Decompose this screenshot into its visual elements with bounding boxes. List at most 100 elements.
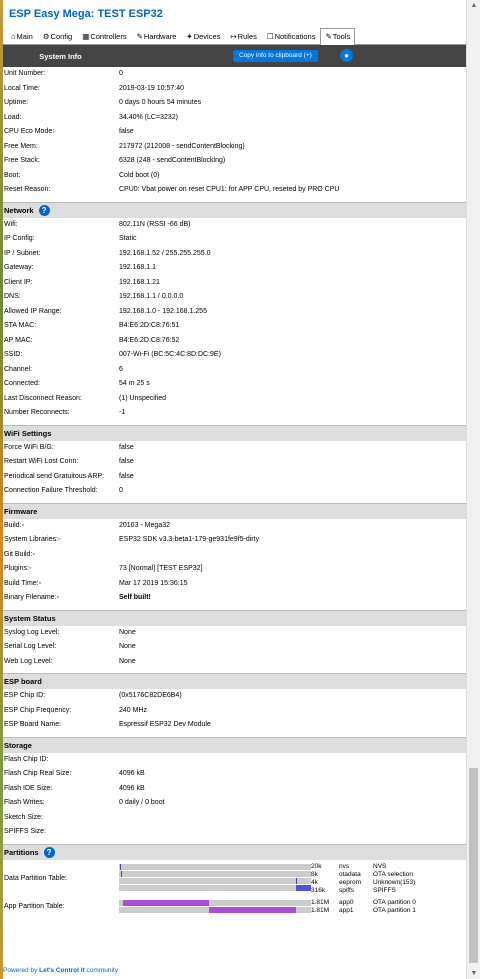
info-value	[119, 811, 466, 826]
tools-tab-icon: ✎	[325, 32, 332, 41]
info-row: Local Time: 2019-03-19 10:57:40	[3, 82, 466, 97]
info-key: Restart WiFi Lost Conn:	[4, 458, 79, 465]
info-value: B4:E6:2D:C8:76:51	[119, 322, 180, 329]
tab-controllers[interactable]: ▦Controllers	[77, 28, 131, 44]
tab-devices[interactable]: ✦Devices	[181, 28, 225, 44]
footer-brand-link[interactable]: Let's Control It	[39, 967, 85, 974]
info-row: Free Stack: 6328 (248 - sendContentBlocki…	[3, 154, 466, 169]
network-table: Wifi: 802.11N (RSSI -66 dB) IP Config: Stat…	[3, 218, 466, 421]
footer-prefix: Powered by	[3, 967, 40, 974]
tab-tools[interactable]: ✎Tools	[320, 28, 356, 45]
info-value: 192.168.1.52 / 255.255.255.0	[119, 249, 211, 257]
section-storage: Storage	[3, 736, 466, 753]
tab-bar: ⌂Main ⚙Config ▦Controllers ✎Hardware ✦Device…	[3, 28, 466, 45]
info-row: SPIFFS Size:	[3, 825, 466, 840]
partition-size: 20k	[311, 862, 322, 870]
info-value: None	[119, 643, 136, 650]
partition-size: 1.81M	[311, 898, 330, 906]
help-icon[interactable]: ?	[38, 204, 50, 216]
info-row: Number Reconnects: -1	[3, 406, 466, 421]
info-row: Channel: 6	[3, 363, 466, 378]
system-info-table: Unit Number: 0 Local Time: 2019-03-19 10:57…	[3, 67, 466, 198]
section-system-status: System Status	[3, 609, 466, 626]
partition-bar	[119, 877, 311, 884]
app-partition-bars	[119, 899, 311, 915]
status-table: Syslog Log Level: None Serial Log Level: No…	[3, 626, 466, 670]
info-value: 54 m 25 s	[119, 380, 150, 387]
partition-info-line: 316k spiffs SPIFFS	[311, 887, 443, 895]
scrollbar-thumb[interactable]	[469, 768, 478, 963]
copy-clipboard-button[interactable]: Copy info to clipboard (+)	[233, 50, 318, 62]
info-key: Flash Chip ID:	[4, 755, 49, 763]
github-icon[interactable]: ●	[340, 49, 353, 62]
info-key: Last Disconnect Reason:	[4, 394, 82, 402]
tab-notifications[interactable]: ☐Notifications	[262, 28, 321, 44]
info-row: Serial Log Level: None	[3, 640, 466, 655]
vertical-scrollbar[interactable]: ▲ ▼	[466, 0, 480, 979]
info-value: Espressif ESP32 Dev Module	[119, 721, 211, 728]
help-icon[interactable]: ?	[43, 846, 55, 858]
tab-hardware[interactable]: ✎Hardware	[132, 28, 182, 44]
partition-bar	[119, 906, 311, 913]
info-row: Unit Number: 0	[3, 67, 466, 82]
partition-size: 1.81M	[311, 906, 330, 914]
scroll-up-arrow-icon[interactable]: ▲	[467, 0, 480, 12]
section-wifi-settings: WiFi Settings	[3, 424, 466, 441]
info-value: None	[119, 628, 136, 636]
info-value	[119, 825, 466, 840]
info-row: Build Time:◦ Mar 17 2019 15:36:15	[3, 577, 466, 592]
partition-name: app0	[339, 898, 354, 906]
info-row: Uptime: 0 days 0 hours 54 minutes	[3, 96, 466, 111]
info-key: Client IP:	[4, 278, 33, 286]
tab-rules[interactable]: ↦Rules	[225, 28, 261, 44]
partition-type: OTA partition 0	[373, 898, 416, 906]
notifications-tab-icon: ☐	[266, 32, 274, 41]
info-row: Syslog Log Level: None	[3, 626, 466, 641]
info-key: Wifi:	[4, 220, 18, 228]
info-key: Serial Log Level:	[4, 643, 57, 650]
tab-config[interactable]: ⚙Config	[38, 28, 77, 44]
info-row: Client IP: 192.168.1.21	[3, 276, 466, 291]
info-row: Binary Filename:◦ Self built!	[3, 591, 466, 606]
section-title: Network	[4, 205, 34, 215]
info-row: AP MAC: B4:E6:2D:C8:76:52	[3, 334, 466, 349]
partition-name: nvs	[339, 862, 350, 870]
info-key: SPIFFS Size:	[4, 828, 47, 835]
info-row: Boot: Cold boot (0)	[3, 169, 466, 184]
partition-type: OTA partition 1	[373, 906, 416, 914]
info-row: CPU Eco Mode: false	[3, 125, 466, 140]
info-key: Binary Filename:◦	[4, 594, 60, 601]
info-row: Load: 34.40% (LC=3232)	[3, 111, 466, 126]
info-value: CPU0: Vbat power on reset CPU1: for APP …	[119, 186, 340, 193]
info-value: 192.168.1.1 / 0.0.0.0	[119, 293, 184, 300]
partition-info-line: 4k eeprom Unknown(153)	[311, 879, 443, 887]
section-title: System Status	[4, 613, 56, 623]
info-key: Build Time:◦	[4, 579, 42, 587]
scroll-down-arrow-icon[interactable]: ▼	[467, 970, 480, 977]
footer: Powered by Let's Control It community	[3, 967, 118, 974]
partition-type: OTA selection	[373, 870, 413, 878]
tab-label: Notifications	[274, 32, 316, 41]
tab-label: Rules	[237, 32, 257, 41]
info-value: Cold boot (0)	[119, 171, 160, 179]
partition-size: 8k	[311, 870, 318, 878]
data-partition-row: Data Partition Table: 20k nvs NVS 8k otadata…	[3, 863, 466, 895]
info-row: Plugins:◦ 73 [Normal] [TEST ESP32]	[3, 562, 466, 577]
app-partition-row: App Partition Table: 1.81M app0 OTA partit…	[3, 899, 466, 915]
info-row: DNS: 192.168.1.1 / 0.0.0.0	[3, 290, 466, 305]
tab-main[interactable]: ⌂Main	[6, 28, 38, 44]
partition-type: Unknown(153)	[373, 878, 416, 886]
partition-bar	[119, 870, 311, 877]
info-value: false	[119, 128, 134, 135]
footer-suffix: community	[84, 967, 118, 974]
app-partition-label: App Partition Table:	[4, 903, 65, 910]
info-row: SSID: 007-Wi-Fi (BC:5C:4C:8D:DC:9E)	[3, 348, 466, 363]
info-row: Flash Writes: 0 daily / 0 boot	[3, 796, 466, 811]
section-partitions: Partitions ?	[3, 843, 466, 860]
partition-name: eeprom	[339, 878, 362, 886]
info-row: IP Config: Static	[3, 232, 466, 247]
info-key: System Libraries:◦	[4, 536, 61, 543]
info-key: ESP Chip Frequency:	[4, 706, 72, 714]
partition-type: SPIFFS	[373, 886, 396, 894]
info-value: Static	[119, 235, 137, 242]
